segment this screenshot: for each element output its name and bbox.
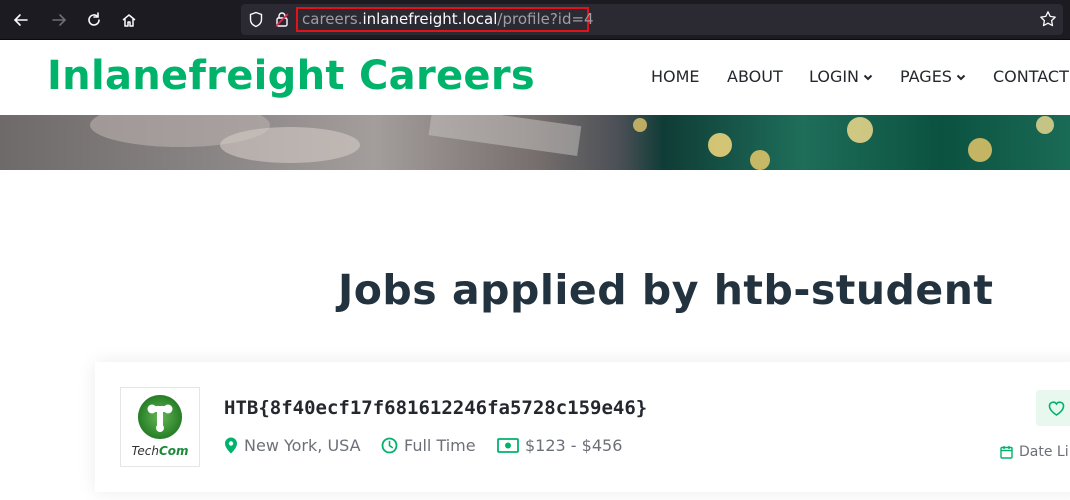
heart-icon bbox=[1048, 400, 1064, 416]
nav-item-label: LOGIN bbox=[809, 67, 860, 86]
nav-item-contact[interactable]: CONTACT bbox=[993, 67, 1069, 86]
url-path: /profile?id=4 bbox=[497, 10, 594, 28]
forward-button[interactable] bbox=[47, 8, 71, 32]
job-location-text: New York, USA bbox=[244, 436, 361, 455]
nav-item-pages[interactable]: PAGES bbox=[900, 67, 966, 86]
site-header: Inlanefreight Careers HOME ABOUT LOGIN P… bbox=[0, 41, 1070, 115]
money-bill-icon bbox=[497, 438, 519, 453]
nav-item-label: CONTACT bbox=[993, 67, 1069, 86]
insecure-lock-icon[interactable] bbox=[275, 11, 289, 32]
home-button[interactable] bbox=[117, 8, 141, 32]
map-marker-icon bbox=[225, 437, 237, 454]
job-type: Full Time bbox=[381, 436, 476, 455]
nav-item-label: ABOUT bbox=[727, 67, 783, 86]
url-host: inlanefreight.local bbox=[362, 10, 498, 28]
chevron-down-icon bbox=[956, 74, 966, 80]
shield-icon[interactable] bbox=[248, 11, 264, 32]
address-bar[interactable]: careers.inlanefreight.local/profile?id=4 bbox=[241, 4, 1063, 35]
bookmark-star-icon[interactable] bbox=[1039, 10, 1057, 32]
job-card[interactable]: TechCom HTB{8f40ecf17f681612246fa5728c15… bbox=[95, 362, 1070, 492]
reload-icon bbox=[88, 12, 100, 26]
arrow-right-icon bbox=[52, 14, 67, 26]
job-salary-text: $123 - $456 bbox=[525, 436, 623, 455]
url-subdomain: careers. bbox=[302, 10, 363, 28]
nav-item-label: PAGES bbox=[900, 67, 952, 86]
back-button[interactable] bbox=[9, 8, 33, 32]
main-nav: HOME ABOUT LOGIN PAGES CONTACT bbox=[0, 67, 1070, 91]
nav-item-about[interactable]: ABOUT bbox=[727, 67, 783, 86]
job-salary: $123 - $456 bbox=[497, 436, 622, 455]
nav-item-label: HOME bbox=[651, 67, 700, 86]
hero-banner-image bbox=[0, 115, 1070, 170]
company-logo[interactable]: TechCom bbox=[120, 387, 200, 467]
nav-item-home[interactable]: HOME bbox=[651, 67, 700, 86]
job-type-text: Full Time bbox=[404, 436, 476, 455]
calendar-icon bbox=[1000, 446, 1013, 459]
date-label: Date Li bbox=[1019, 444, 1069, 460]
chevron-down-icon bbox=[863, 74, 873, 80]
page-title: Jobs applied by htb-student bbox=[338, 266, 994, 314]
home-icon bbox=[122, 14, 136, 27]
favorite-button[interactable] bbox=[1036, 390, 1070, 426]
company-logo-label: TechCom bbox=[131, 444, 189, 458]
clock-icon bbox=[381, 437, 398, 454]
arrow-left-icon bbox=[13, 14, 28, 26]
url-text[interactable]: careers.inlanefreight.local/profile?id=4 bbox=[302, 10, 594, 28]
nav-item-login[interactable]: LOGIN bbox=[809, 67, 873, 86]
browser-toolbar: careers.inlanefreight.local/profile?id=4 bbox=[0, 0, 1070, 40]
techcom-logo-icon bbox=[138, 395, 182, 439]
date-line: Date Li bbox=[1000, 444, 1069, 460]
job-title[interactable]: HTB{8f40ecf17f681612246fa5728c159e46} bbox=[224, 397, 647, 419]
job-location: New York, USA bbox=[224, 436, 361, 455]
reload-button[interactable] bbox=[82, 8, 106, 32]
